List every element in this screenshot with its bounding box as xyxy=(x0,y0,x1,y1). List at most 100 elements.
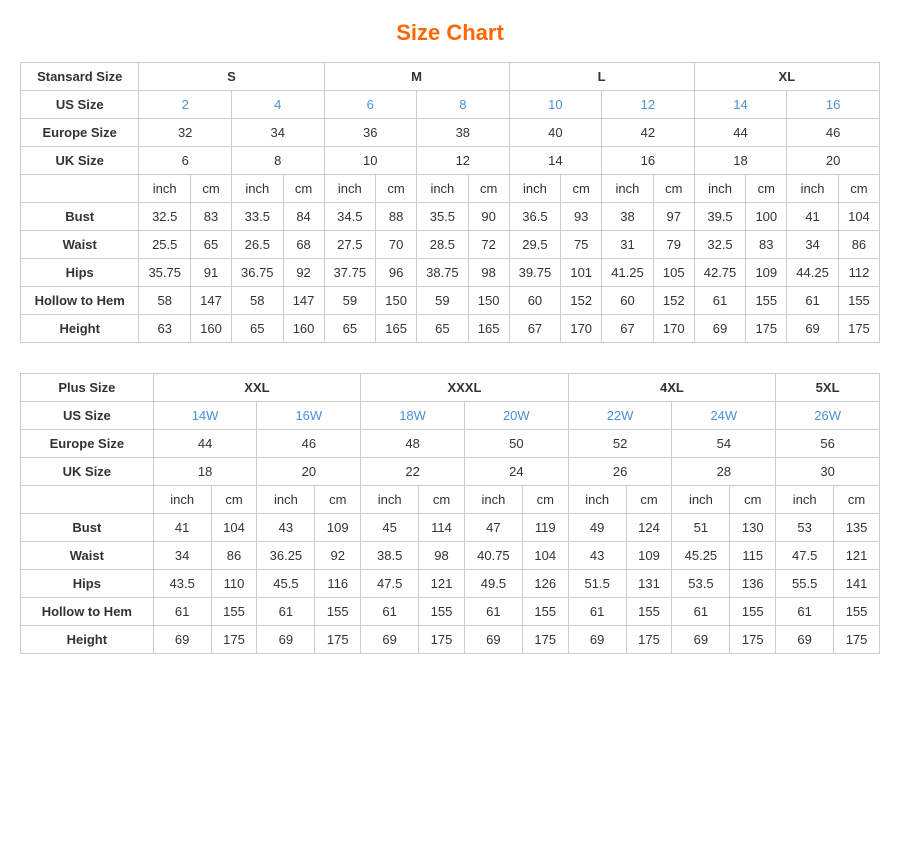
plus-cm-4: cm xyxy=(522,486,568,514)
plus-uk-size-label: UK Size xyxy=(21,458,154,486)
std-inch-7: inch xyxy=(694,175,746,203)
uk-size-14: 14 xyxy=(509,147,602,175)
plus-hollow_hem-10: 61 xyxy=(672,598,730,626)
std-inch-3: inch xyxy=(324,175,376,203)
std-hollow_hem-10: 60 xyxy=(602,287,654,315)
europe-size-46: 46 xyxy=(787,119,880,147)
std-bust-15: 104 xyxy=(838,203,879,231)
plus-uk-20: 20 xyxy=(257,458,361,486)
std-bust-13: 100 xyxy=(746,203,787,231)
std-hollow_hem-3: 147 xyxy=(283,287,324,315)
std-hips-9: 101 xyxy=(561,259,602,287)
std-hips-6: 38.75 xyxy=(417,259,469,287)
std-waist-0: 25.5 xyxy=(139,231,191,259)
std-bust-2: 33.5 xyxy=(231,203,283,231)
plus-xxxl-header: XXXL xyxy=(361,374,569,402)
plus-hollow_hem-3: 155 xyxy=(315,598,361,626)
europe-size-38: 38 xyxy=(417,119,510,147)
standard-size-table: Stansard Size S M L XL US Size 2 4 6 8 1… xyxy=(20,62,880,343)
plus-waist-9: 109 xyxy=(626,542,672,570)
std-waist-8: 29.5 xyxy=(509,231,561,259)
plus-cm-6: cm xyxy=(730,486,776,514)
plus-inch-3: inch xyxy=(361,486,419,514)
plus-height-9: 175 xyxy=(626,626,672,654)
plus-waist-6: 40.75 xyxy=(464,542,522,570)
plus-uk-28: 28 xyxy=(672,458,776,486)
std-bust-1: 83 xyxy=(191,203,232,231)
plus-uk-18: 18 xyxy=(153,458,257,486)
std-inch-2: inch xyxy=(231,175,283,203)
plus-4xl-header: 4XL xyxy=(568,374,776,402)
std-bust-14: 41 xyxy=(787,203,839,231)
plus-hollow_hem-1: 155 xyxy=(211,598,257,626)
std-bust-7: 90 xyxy=(468,203,509,231)
plus-xxl-header: XXL xyxy=(153,374,361,402)
plus-waist-4: 38.5 xyxy=(361,542,419,570)
plus-height-3: 175 xyxy=(315,626,361,654)
std-bust-3: 84 xyxy=(283,203,324,231)
plus-hips-13: 141 xyxy=(834,570,880,598)
plus-height-4: 69 xyxy=(361,626,419,654)
plus-europe-size-label: Europe Size xyxy=(21,430,154,458)
plus-bust-0: 41 xyxy=(153,514,211,542)
plus-height-5: 175 xyxy=(419,626,465,654)
plus-bust-10: 51 xyxy=(672,514,730,542)
std-height-4: 65 xyxy=(324,315,376,343)
std-bust-5: 88 xyxy=(376,203,417,231)
plus-waist-1: 86 xyxy=(211,542,257,570)
std-height-11: 170 xyxy=(653,315,694,343)
std-waist-13: 83 xyxy=(746,231,787,259)
plus-hollow_hem-label: Hollow to Hem xyxy=(21,598,154,626)
plus-hips-2: 45.5 xyxy=(257,570,315,598)
plus-inch-5: inch xyxy=(568,486,626,514)
plus-cm-2: cm xyxy=(315,486,361,514)
plus-hips-9: 131 xyxy=(626,570,672,598)
std-height-3: 160 xyxy=(283,315,324,343)
std-height-label: Height xyxy=(21,315,139,343)
std-waist-3: 68 xyxy=(283,231,324,259)
std-hips-12: 42.75 xyxy=(694,259,746,287)
std-cm-3: cm xyxy=(376,175,417,203)
plus-europe-50: 50 xyxy=(464,430,568,458)
std-waist-6: 28.5 xyxy=(417,231,469,259)
std-height-12: 69 xyxy=(694,315,746,343)
plus-bust-5: 114 xyxy=(419,514,465,542)
std-inch-6: inch xyxy=(602,175,654,203)
plus-hips-8: 51.5 xyxy=(568,570,626,598)
std-hollow_hem-7: 150 xyxy=(468,287,509,315)
plus-inch-1: inch xyxy=(153,486,211,514)
plus-waist-11: 115 xyxy=(730,542,776,570)
plus-bust-11: 130 xyxy=(730,514,776,542)
std-bust-4: 34.5 xyxy=(324,203,376,231)
plus-hips-11: 136 xyxy=(730,570,776,598)
std-hollow_hem-11: 152 xyxy=(653,287,694,315)
std-cm-4: cm xyxy=(468,175,509,203)
std-bust-9: 93 xyxy=(561,203,602,231)
std-waist-4: 27.5 xyxy=(324,231,376,259)
std-hips-1: 91 xyxy=(191,259,232,287)
std-hollow_hem-6: 59 xyxy=(417,287,469,315)
us-size-6: 6 xyxy=(324,91,417,119)
uk-size-20: 20 xyxy=(787,147,880,175)
plus-bust-2: 43 xyxy=(257,514,315,542)
std-hips-14: 44.25 xyxy=(787,259,839,287)
plus-height-2: 69 xyxy=(257,626,315,654)
std-hollow_hem-15: 155 xyxy=(838,287,879,315)
std-bust-6: 35.5 xyxy=(417,203,469,231)
plus-bust-9: 124 xyxy=(626,514,672,542)
std-bust-11: 97 xyxy=(653,203,694,231)
std-hips-11: 105 xyxy=(653,259,694,287)
plus-hollow_hem-13: 155 xyxy=(834,598,880,626)
std-waist-10: 31 xyxy=(602,231,654,259)
std-hips-3: 92 xyxy=(283,259,324,287)
plus-5xl-header: 5XL xyxy=(776,374,880,402)
std-cm-2: cm xyxy=(283,175,324,203)
plus-us-14w: 14W xyxy=(153,402,257,430)
std-cm-6: cm xyxy=(653,175,694,203)
plus-uk-26: 26 xyxy=(568,458,672,486)
std-cm-1: cm xyxy=(191,175,232,203)
plus-europe-54: 54 xyxy=(672,430,776,458)
uk-size-16: 16 xyxy=(602,147,695,175)
std-hips-7: 98 xyxy=(468,259,509,287)
std-height-6: 65 xyxy=(417,315,469,343)
